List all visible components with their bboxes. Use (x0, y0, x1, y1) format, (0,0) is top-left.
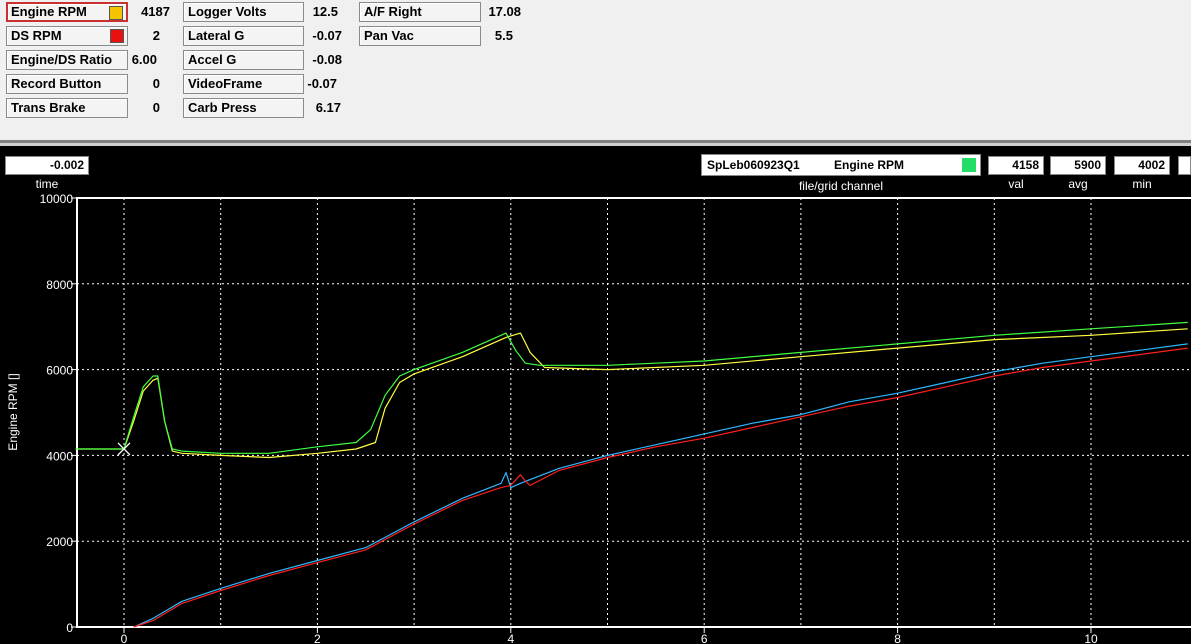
series-line-0 (75, 328, 1188, 459)
series-line-3 (133, 347, 1188, 628)
x-tick-label: 10 (1084, 632, 1098, 644)
x-tick-label: 2 (314, 632, 321, 644)
y-tick-label: 8000 (46, 278, 73, 292)
y-tick-label: 6000 (46, 364, 73, 378)
y-tick-label: 10000 (40, 192, 74, 206)
y-tick-label: 2000 (46, 535, 73, 549)
x-tick-label: 6 (701, 632, 708, 644)
x-tick-label: 8 (894, 632, 901, 644)
series-line-1 (75, 321, 1188, 454)
x-tick-label: 0 (121, 632, 128, 644)
rpm-chart[interactable]: 0 2000 4000 6000 8000 10000 0 2 4 6 8 10 Engine RPM… (0, 0, 1191, 644)
y-tick-label: 0 (66, 621, 73, 635)
series-line-2 (133, 343, 1188, 628)
y-axis-label: Engine RPM [] (6, 373, 20, 450)
x-tick-label: 4 (507, 632, 514, 644)
y-tick-label: 4000 (46, 449, 73, 463)
plot-frame (76, 197, 1191, 628)
